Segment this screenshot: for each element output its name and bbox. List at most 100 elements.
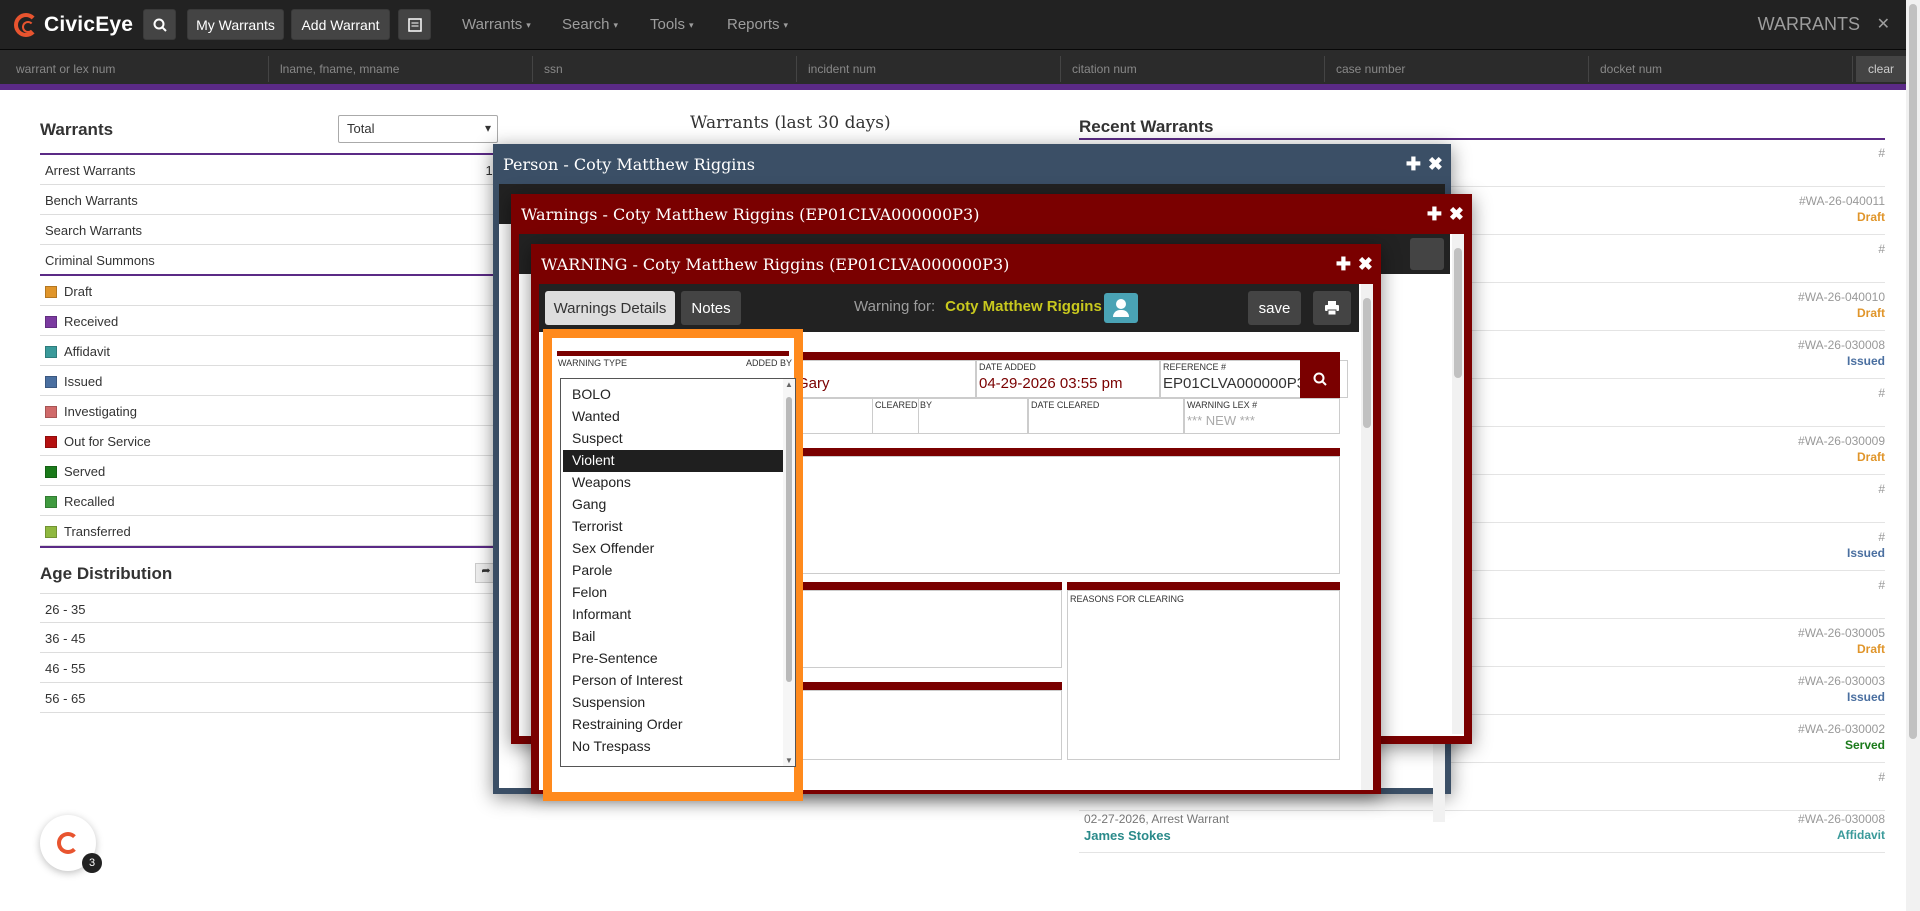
warning-lex-field[interactable]: WARNING LEX # *** NEW *** [1184, 398, 1340, 434]
status-row[interactable]: Issued5 [40, 366, 500, 396]
warrant-number[interactable]: #WA-26-030002 [1798, 722, 1885, 736]
menu-reports[interactable]: Reports ▾ [727, 16, 788, 33]
warrant-type-row[interactable]: Bench Warrants0 [40, 185, 500, 215]
warrant-number[interactable]: # [1878, 242, 1885, 256]
warrant-number[interactable]: # [1878, 770, 1885, 784]
age-row[interactable]: 36 - 456 [40, 623, 500, 653]
warning-dialog-header[interactable]: WARNING - Coty Matthew Riggins (EP01CLVA… [531, 244, 1381, 284]
brand[interactable]: CivicEye [14, 11, 133, 39]
close-icon[interactable]: ✖ [1428, 154, 1443, 175]
warning-type-option[interactable]: No Trespass [563, 736, 783, 758]
text-area[interactable] [794, 690, 1062, 760]
warning-type-option[interactable]: Weapons [563, 472, 783, 494]
print-button[interactable] [1410, 238, 1444, 270]
warning-type-option[interactable]: Person of Interest [563, 670, 783, 692]
warnings-scrollbar[interactable] [1452, 234, 1464, 734]
warrant-type-row[interactable]: Criminal Summons0 [40, 245, 500, 275]
warning-type-option[interactable]: Suspect [563, 428, 783, 450]
warrants-filter-select[interactable]: Total [338, 115, 498, 143]
warning-type-option[interactable]: Wanted [563, 406, 783, 428]
menu-tools[interactable]: Tools ▾ [650, 16, 694, 33]
warrant-number[interactable]: #WA-26-030008 [1798, 812, 1885, 826]
warrant-num-input[interactable]: warrant or lex num [6, 56, 269, 82]
warning-type-option[interactable]: Restraining Order [563, 714, 783, 736]
print-button[interactable] [1313, 291, 1351, 325]
age-row[interactable]: 46 - 553 [40, 653, 500, 683]
age-row[interactable]: 56 - 652 [40, 683, 500, 713]
description-textarea[interactable] [794, 456, 1340, 574]
warrant-number[interactable]: # [1878, 482, 1885, 496]
warrant-number[interactable]: # [1878, 530, 1885, 544]
warning-type-option[interactable]: BOLO [563, 384, 783, 406]
status-row[interactable]: Transferred0 [40, 516, 500, 546]
warnings-dialog-header[interactable]: Warnings - Coty Matthew Riggins (EP01CLV… [511, 194, 1472, 234]
citation-num-input[interactable]: citation num [1062, 56, 1325, 82]
status-row[interactable]: Affidavit4 [40, 336, 500, 366]
warrant-number[interactable]: #WA-26-030009 [1798, 434, 1885, 448]
date-cleared-field[interactable]: DATE CLEARED [1028, 398, 1184, 434]
save-button[interactable]: save [1248, 291, 1301, 325]
reference-search-button[interactable] [1300, 360, 1340, 398]
warrant-number[interactable]: #WA-26-030003 [1798, 674, 1885, 688]
text-area[interactable] [794, 590, 1062, 668]
warning-type-option[interactable]: Parole [563, 560, 783, 582]
scrollbar-thumb[interactable] [1909, 4, 1917, 739]
close-module-icon[interactable]: ✕ [1877, 14, 1890, 34]
docket-num-input[interactable]: docket num [1590, 56, 1853, 82]
person-profile-button[interactable] [1104, 293, 1138, 323]
maximize-icon[interactable]: ✚ [1406, 154, 1421, 175]
add-warrant-button[interactable]: Add Warrant [291, 9, 390, 40]
warning-scrollbar[interactable] [1361, 284, 1373, 790]
menu-warrants[interactable]: Warrants ▾ [462, 16, 531, 33]
warrant-type-row[interactable]: Arrest Warrants15 [40, 155, 500, 185]
tab-warning-details[interactable]: Warnings Details [545, 291, 675, 325]
status-row[interactable]: Received0 [40, 306, 500, 336]
status-row[interactable]: Draft8 [40, 276, 500, 306]
date-added-field[interactable]: DATE ADDED 04-29-2026 03:55 pm [976, 360, 1160, 398]
warrant-number[interactable]: # [1878, 386, 1885, 400]
cleared-by-field[interactable]: CLEARED BY [872, 398, 1028, 434]
name-input[interactable]: lname, fname, mname [270, 56, 533, 82]
added-by-field[interactable]: Gary [794, 360, 976, 398]
warrant-subject-link[interactable]: James Stokes [1084, 828, 1171, 843]
menu-search[interactable]: Search ▾ [562, 16, 618, 33]
my-warrants-button[interactable]: My Warrants [187, 9, 284, 40]
warning-type-option[interactable]: Terrorist [563, 516, 783, 538]
tab-notes[interactable]: Notes [681, 291, 741, 325]
status-row[interactable]: Recalled0 [40, 486, 500, 516]
scroll-up-icon[interactable]: ▲ [785, 380, 793, 389]
warning-type-option[interactable]: Suspension [563, 692, 783, 714]
warning-for-name[interactable]: Coty Matthew Riggins [945, 298, 1102, 315]
recent-warrant-row[interactable]: #WA-26-030008 Affidavit 02-27-2026, Arrest… [1079, 806, 1885, 853]
scroll-down-icon[interactable]: ▼ [785, 756, 793, 765]
age-row[interactable]: 26 - 354 [40, 593, 500, 623]
dropdown-scrollbar[interactable]: ▲ ▼ [783, 379, 795, 766]
case-number-input[interactable]: case number [1326, 56, 1589, 82]
warrant-number[interactable]: # [1878, 146, 1885, 160]
scrollbar-thumb[interactable] [786, 397, 792, 682]
close-icon[interactable]: ✖ [1449, 204, 1464, 225]
warning-type-option[interactable]: Felon [563, 582, 783, 604]
warning-type-dropdown[interactable]: BOLO Wanted Suspect Violent Weapons Gang Terro… [560, 378, 796, 767]
warrant-number[interactable]: #WA-26-040010 [1798, 290, 1885, 304]
warrant-number[interactable]: #WA-26-030005 [1798, 626, 1885, 640]
warning-type-option[interactable]: Pre-Sentence [563, 648, 783, 670]
person-dialog-header[interactable]: Person - Coty Matthew Riggins ✚ ✖ [493, 144, 1451, 184]
maximize-icon[interactable]: ✚ [1336, 254, 1351, 275]
warning-type-option[interactable]: Violent [563, 450, 783, 472]
scrollbar-thumb[interactable] [1363, 298, 1371, 428]
search-button[interactable] [143, 9, 176, 40]
clear-button[interactable]: clear [1856, 56, 1906, 82]
incident-num-input[interactable]: incident num [798, 56, 1061, 82]
list-button[interactable] [398, 9, 431, 40]
chat-widget-button[interactable]: 3 [40, 815, 102, 873]
warrant-type-row[interactable]: Search Warrants6 [40, 215, 500, 245]
status-row[interactable]: Out for Service0 [40, 426, 500, 456]
warning-type-option[interactable]: Bail [563, 626, 783, 648]
status-row[interactable]: Served4 [40, 456, 500, 486]
page-scrollbar[interactable] [1906, 0, 1920, 911]
reasons-for-clearing-textarea[interactable]: REASONS FOR CLEARING [1067, 590, 1340, 760]
warrant-number[interactable]: #WA-26-030008 [1798, 338, 1885, 352]
maximize-icon[interactable]: ✚ [1427, 204, 1442, 225]
ssn-input[interactable]: ssn [534, 56, 797, 82]
